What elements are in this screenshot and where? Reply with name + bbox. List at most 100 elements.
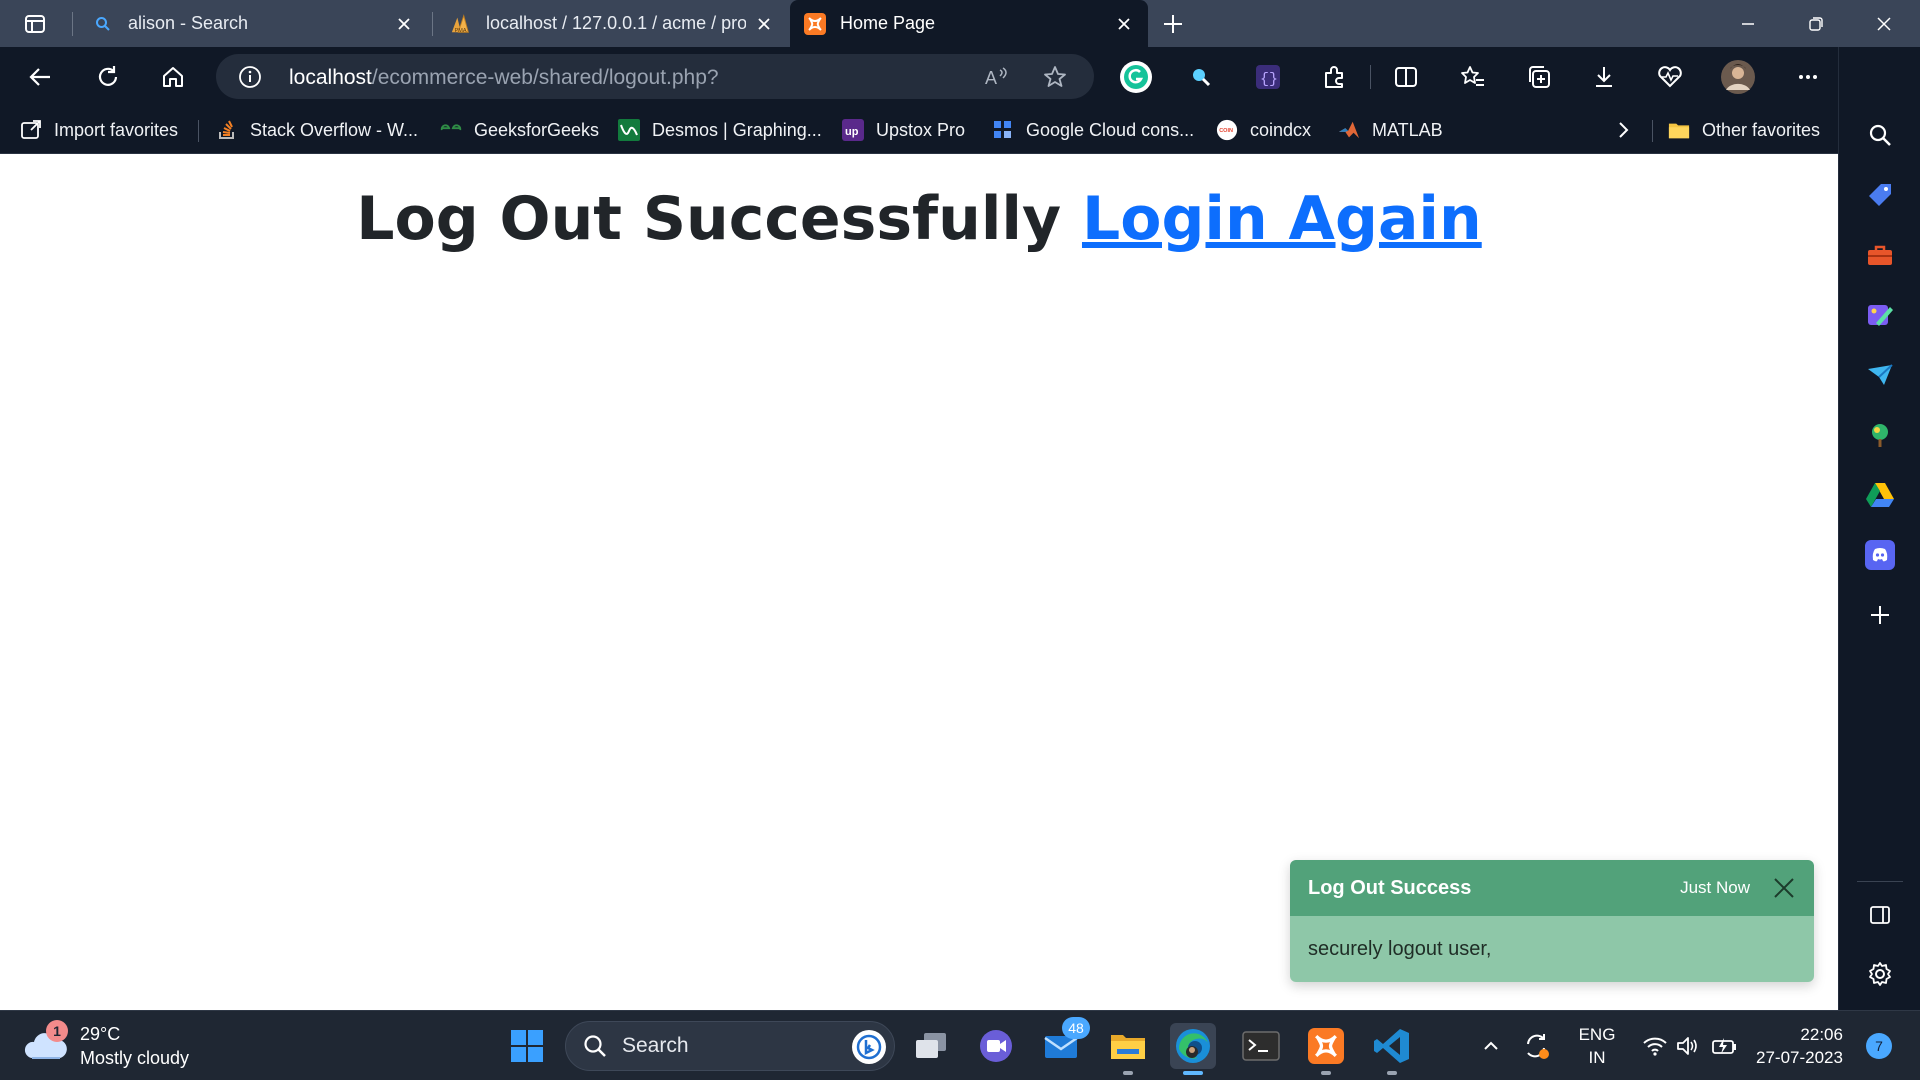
json-extension-button[interactable]: {} (1248, 57, 1288, 97)
weather-description: Mostly cloudy (80, 1048, 190, 1068)
favorites-bar: Import favorites Stack Overflow - W... G… (0, 106, 1838, 154)
sidebar-shopping-button[interactable] (1860, 175, 1900, 215)
minimize-button[interactable] (1714, 0, 1782, 47)
edge-taskbar-button[interactable] (1170, 1023, 1216, 1075)
teams-chat-button[interactable] (973, 1023, 1019, 1069)
designer-icon (1868, 305, 1893, 326)
profile-button[interactable] (1718, 57, 1758, 97)
toast-body: securely logout user, (1290, 916, 1814, 982)
sidebar-drop-button[interactable] (1860, 355, 1900, 395)
weather-widget[interactable]: 1 29°C Mostly cloudy (24, 1020, 190, 1071)
puzzle-icon (1325, 66, 1343, 88)
tab-phpmyadmin[interactable]: PMA localhost / 127.0.0.1 / acme / pro (436, 0, 788, 47)
sidebar-designer-button[interactable] (1860, 295, 1900, 335)
close-tab-icon[interactable] (394, 14, 414, 34)
favorites-list-icon (1461, 66, 1484, 86)
search-icon (92, 13, 114, 35)
task-view-button[interactable] (908, 1023, 954, 1069)
tab-search[interactable]: alison - Search (78, 0, 428, 47)
start-button[interactable] (504, 1023, 550, 1069)
braces-icon: {} (1256, 65, 1280, 89)
favorites-button[interactable] (1453, 57, 1493, 97)
downloads-button[interactable] (1584, 57, 1624, 97)
toast-close-button[interactable] (1770, 874, 1798, 902)
login-again-link[interactable]: Login Again (1082, 184, 1482, 254)
favorite-label: Upstox Pro (876, 119, 966, 140)
favorite-coindcx[interactable]: COIN coindcx (1216, 116, 1311, 144)
xampp-icon (804, 12, 826, 35)
sync-tray-button[interactable] (1522, 1031, 1552, 1061)
minimize-icon (1742, 22, 1754, 25)
file-explorer-button[interactable] (1105, 1023, 1151, 1075)
favorite-geeksforgeeks[interactable]: GeeksforGeeks (440, 116, 599, 144)
split-screen-button[interactable] (1386, 57, 1426, 97)
read-aloud-icon[interactable]: A (984, 64, 1010, 90)
tab-actions-button[interactable] (14, 9, 56, 39)
other-favorites-folder[interactable]: Other favorites (1668, 116, 1820, 144)
page-heading: Log Out Successfully Login Again (0, 184, 1838, 254)
close-tab-icon[interactable] (754, 14, 774, 34)
favorite-star-icon[interactable] (1042, 64, 1068, 90)
new-tab-button[interactable] (1157, 8, 1189, 40)
sidebar-settings-button[interactable] (1860, 954, 1900, 994)
grammarly-icon (1120, 61, 1152, 93)
notification-badge[interactable]: 7 (1866, 1033, 1892, 1059)
sidebar-tree-button[interactable] (1860, 415, 1900, 455)
close-window-button[interactable] (1850, 0, 1918, 47)
mail-unread-badge: 48 (1062, 1017, 1090, 1039)
google-cloud-icon (992, 119, 1014, 141)
vscode-button[interactable] (1369, 1023, 1415, 1075)
close-tab-icon[interactable] (1114, 14, 1134, 34)
extensions-button[interactable] (1314, 57, 1354, 97)
sidebar-search-button[interactable] (1860, 115, 1900, 155)
hide-sidebar-button[interactable] (1860, 895, 1900, 935)
settings-more-button[interactable] (1788, 57, 1828, 97)
favorites-overflow-button[interactable] (1614, 116, 1632, 144)
sidebar-add-button[interactable] (1860, 595, 1900, 635)
tag-icon (1869, 184, 1891, 206)
back-button[interactable] (21, 57, 61, 97)
home-button[interactable] (153, 57, 193, 97)
taskbar-search-label: Search (622, 1034, 689, 1057)
favorite-import[interactable]: Import favorites (20, 116, 178, 144)
running-indicator (1387, 1071, 1397, 1075)
favorite-matlab[interactable]: MATLAB (1338, 116, 1443, 144)
clock-button[interactable]: 22:06 27-07-2023 (1756, 1023, 1843, 1069)
language-region: IN (1588, 1048, 1606, 1067)
show-hidden-icons-button[interactable] (1478, 1031, 1504, 1061)
grammarly-extension-button[interactable] (1116, 57, 1156, 97)
sidebar-discord-button[interactable] (1860, 535, 1900, 575)
mail-button[interactable]: 48 (1038, 1017, 1090, 1069)
collections-button[interactable] (1519, 57, 1559, 97)
bing-icon[interactable] (852, 1030, 886, 1064)
url-text[interactable]: localhost/ecommerce-web/shared/logout.ph… (289, 66, 719, 90)
import-icon (20, 119, 42, 141)
restore-button[interactable] (1782, 0, 1850, 47)
url-host: localhost (289, 66, 372, 89)
sidebar-tools-button[interactable] (1860, 235, 1900, 275)
browser-essentials-button[interactable] (1650, 57, 1690, 97)
wifi-tray-button[interactable] (1640, 1031, 1670, 1061)
sidebar-google-drive-button[interactable] (1860, 475, 1900, 515)
favorite-google-cloud[interactable]: Google Cloud cons... (992, 116, 1194, 144)
matlab-icon (1338, 119, 1360, 141)
terminal-button[interactable] (1238, 1023, 1284, 1069)
search-extension-button[interactable] (1181, 57, 1221, 97)
taskbar-search[interactable]: Search (565, 1021, 895, 1071)
edge-sidebar (1838, 47, 1920, 1010)
plus-icon (1871, 606, 1889, 624)
tab-home-page[interactable]: Home Page (790, 0, 1148, 47)
input-language-button[interactable]: ENG IN (1576, 1023, 1618, 1069)
xampp-taskbar-button[interactable] (1303, 1023, 1349, 1075)
address-bar[interactable]: localhost/ecommerce-web/shared/logout.ph… (216, 54, 1094, 99)
svg-text:COIN: COIN (1219, 128, 1233, 134)
info-icon[interactable] (238, 65, 262, 89)
upstox-icon: up (842, 119, 864, 141)
favorite-stackoverflow[interactable]: Stack Overflow - W... (216, 116, 418, 144)
battery-tray-button[interactable] (1710, 1031, 1740, 1061)
refresh-button[interactable] (88, 57, 128, 97)
volume-tray-button[interactable] (1672, 1031, 1702, 1061)
favorite-desmos[interactable]: Desmos | Graphing... (618, 116, 822, 144)
favorite-upstox[interactable]: up Upstox Pro (842, 116, 965, 144)
close-icon (1877, 16, 1891, 31)
